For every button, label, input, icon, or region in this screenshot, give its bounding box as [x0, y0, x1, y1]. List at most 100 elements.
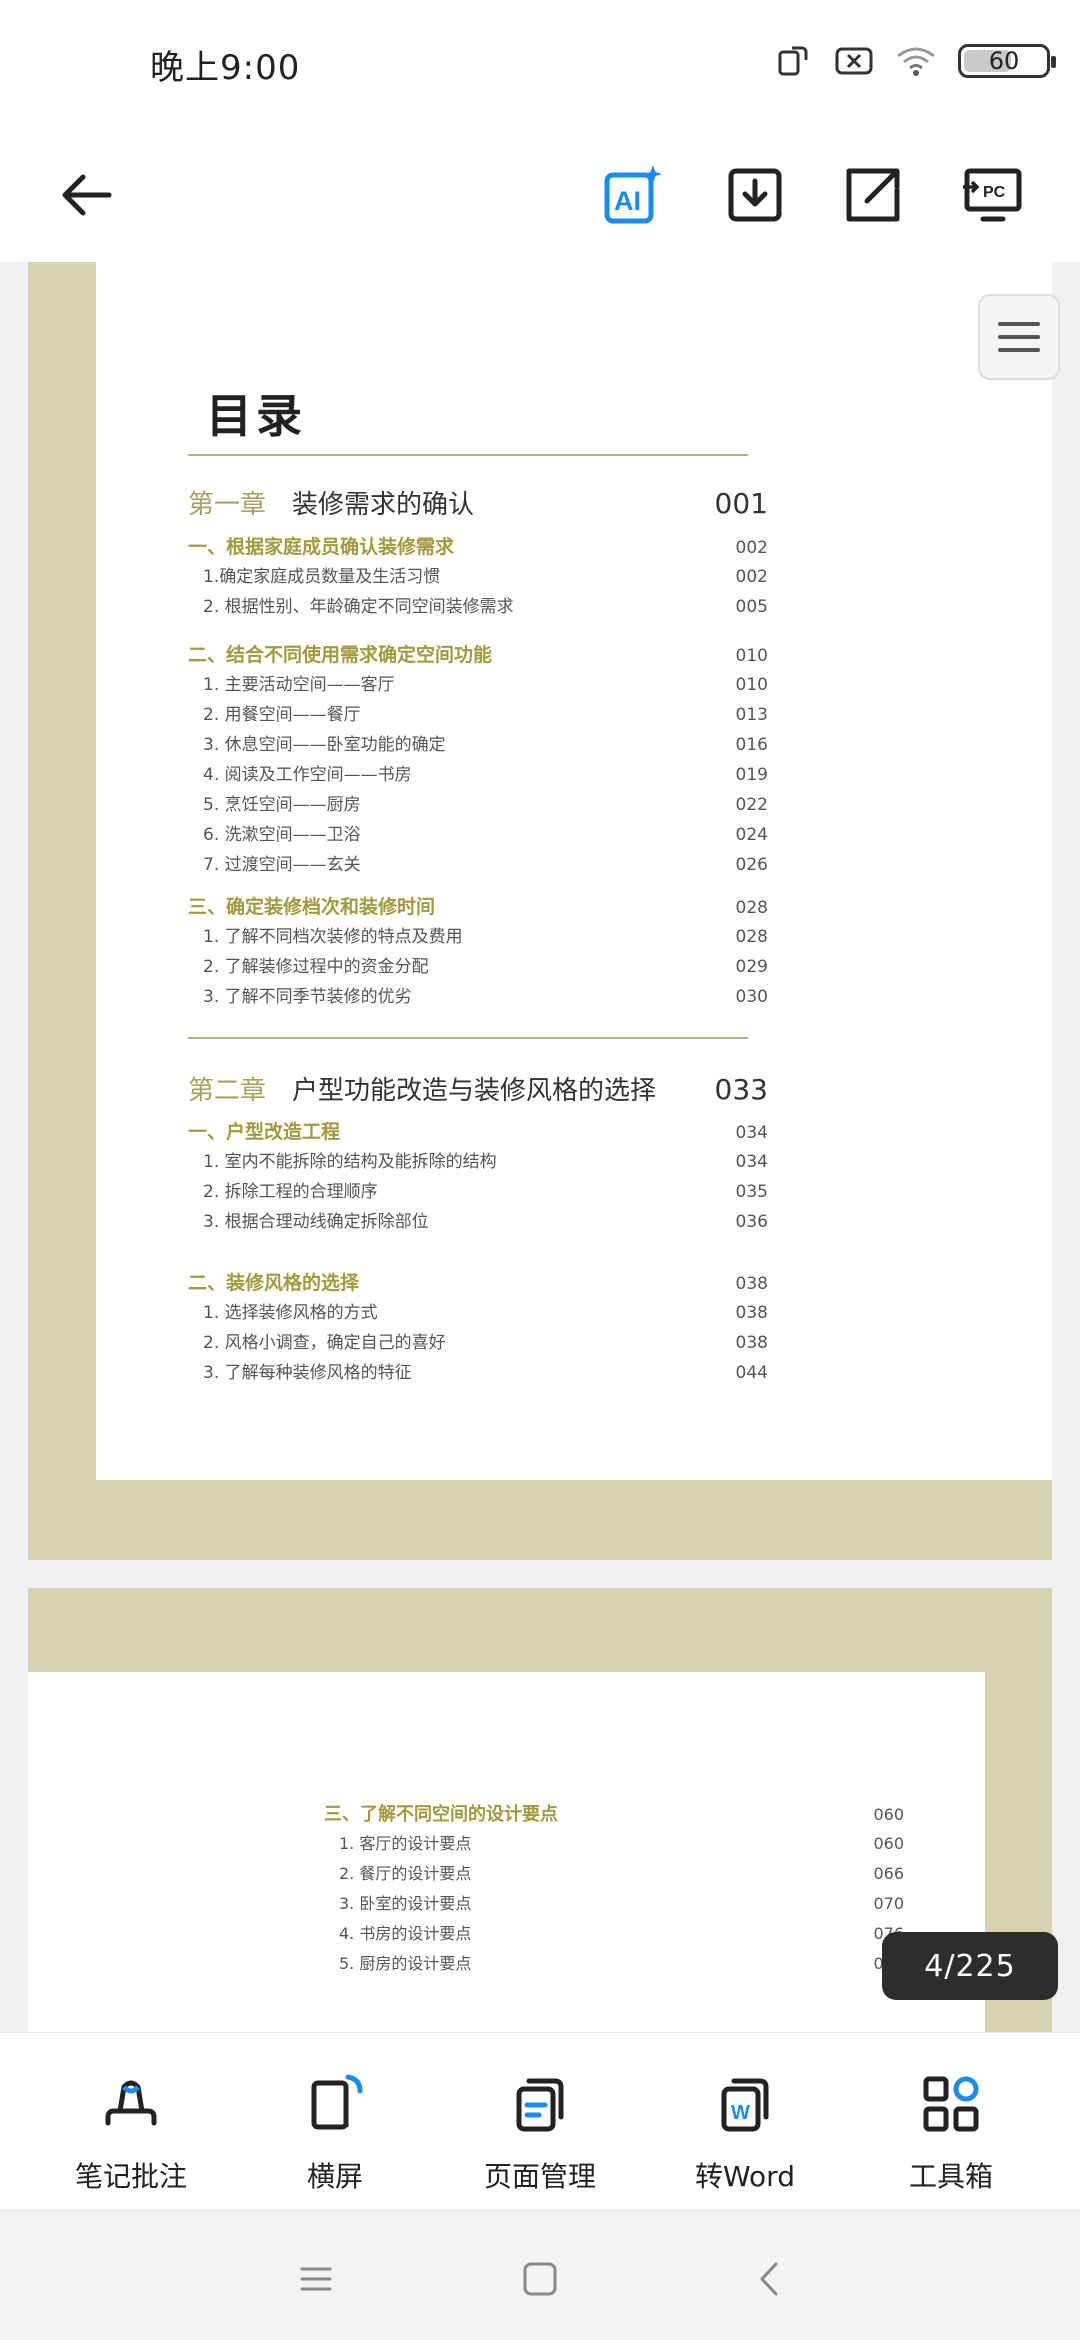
section-page-number: 028	[735, 898, 768, 918]
convert-word-button[interactable]: W 转Word	[660, 2073, 830, 2195]
toc-row[interactable]: 2. 根据性别、年龄确定不同空间装修需求 005	[188, 592, 768, 617]
chapter-page-number: 001	[714, 487, 768, 520]
chapter-title: 第一章 装修需求的确认	[188, 484, 474, 521]
page-counter: 4/225	[882, 1932, 1058, 2000]
menu-lines-icon	[300, 2267, 332, 2291]
page-manage-button[interactable]: 页面管理	[455, 2073, 625, 2195]
section-page-number: 038	[735, 1274, 768, 1294]
toc-row[interactable]: 一、户型改造工程 034	[188, 1117, 768, 1144]
download-icon	[728, 168, 782, 222]
toc-chapter-row[interactable]: 第二章 户型功能改造与装修风格的选择 033	[188, 1070, 768, 1107]
toc-row[interactable]: 6. 洗漱空间——卫浴 024	[188, 820, 768, 845]
toc-row[interactable]: 5. 厨房的设计要点080	[324, 1950, 904, 1974]
toc-row[interactable]: 二、装修风格的选择 038	[188, 1268, 768, 1295]
toc-item-title: 1. 了解不同档次装修的特点及费用	[203, 927, 463, 947]
status-icons: 60	[772, 44, 1056, 78]
home-button[interactable]	[510, 2249, 570, 2309]
section-title: 一、户型改造工程	[188, 1121, 341, 1143]
toc-item-title: 3. 了解不同季节装修的优劣	[203, 987, 412, 1007]
toc-item-page-number: 038	[735, 1303, 768, 1323]
notes-annotate-button[interactable]: 笔记批注	[46, 2073, 216, 2195]
toc-row[interactable]: 2. 用餐空间——餐厅 013	[188, 700, 768, 725]
toc-row[interactable]: 2. 风格小调查，确定自己的喜好 038	[188, 1328, 768, 1353]
toc-row[interactable]: 1. 了解不同档次装修的特点及费用 028	[188, 922, 768, 947]
landscape-button[interactable]: 横屏	[250, 2073, 420, 2195]
toc-item-page-number: 070	[873, 1894, 904, 1913]
menu-line	[998, 335, 1040, 339]
toc-heading: 目录	[206, 389, 306, 443]
system-back-button[interactable]	[740, 2249, 800, 2309]
toc-item-page-number: 028	[735, 927, 768, 947]
document-viewer[interactable]: 目录 第一章 装修需求的确认 001 一、根据家庭成员确认装修需求 002 1.确定家庭成…	[0, 262, 1080, 2032]
pen-note-icon	[105, 2080, 157, 2126]
chapter-name: 装修需求的确认	[292, 490, 475, 520]
page-paper: 目录 第一章 装修需求的确认 001 一、根据家庭成员确认装修需求 002 1.确定家庭成…	[96, 262, 1052, 1480]
toc-item-title: 1.确定家庭成员数量及生活习惯	[203, 567, 441, 587]
outline-menu-button[interactable]	[978, 294, 1060, 380]
section-page-number: 034	[735, 1123, 768, 1143]
toc-row[interactable]: 三、了解不同空间的设计要点 060	[324, 1800, 904, 1826]
chevron-left-icon	[760, 2262, 778, 2296]
toc-row[interactable]: 三、确定装修档次和装修时间 028	[188, 892, 768, 919]
share-button[interactable]	[828, 150, 918, 240]
svg-text:PC: PC	[983, 184, 1006, 201]
toc-row[interactable]: 3. 卧室的设计要点 070	[324, 1890, 904, 1914]
share-export-icon	[846, 168, 900, 222]
toc-item-page-number: 038	[735, 1333, 768, 1353]
toc-row[interactable]: 7. 过渡空间——玄关 026	[188, 850, 768, 875]
section-page-number: 060	[873, 1805, 904, 1824]
section-page-number: 002	[735, 538, 768, 558]
send-to-pc-button[interactable]: PC	[948, 150, 1038, 240]
toc-row[interactable]: 2. 拆除工程的合理顺序 035	[188, 1177, 768, 1202]
recent-apps-button[interactable]	[286, 2249, 346, 2309]
toc-row[interactable]: 3. 了解不同季节装修的优劣 030	[188, 982, 768, 1007]
toc-row[interactable]: 一、根据家庭成员确认装修需求 002	[188, 532, 768, 559]
chapter-title: 第二章 户型功能改造与装修风格的选择	[188, 1070, 656, 1107]
toc-item-page-number: 030	[735, 987, 768, 1007]
toc-item-page-number: 010	[735, 675, 768, 695]
toc-row[interactable]: 4. 书房的设计要点076	[324, 1920, 904, 1944]
toc-item-page-number: 034	[735, 1152, 768, 1172]
section-title: 三、确定装修档次和装修时间	[188, 896, 436, 918]
back-button[interactable]	[42, 150, 132, 240]
toc-item-title: 3. 卧室的设计要点	[339, 1894, 472, 1913]
toc-row[interactable]: 二、结合不同使用需求确定空间功能 010	[188, 640, 768, 667]
divider	[188, 454, 748, 456]
toc-item-page-number: 013	[735, 705, 768, 725]
toolbox-label: 工具箱	[908, 2160, 993, 2193]
toc-item-title: 5. 烹饪空间——厨房	[203, 795, 361, 815]
toc-row[interactable]: 3. 了解每种装修风格的特征 044	[188, 1358, 768, 1383]
toc-row[interactable]: 2. 了解装修过程中的资金分配 029	[188, 952, 768, 977]
svg-text:AI: AI	[614, 186, 641, 216]
toc-row[interactable]: 3. 根据合理动线确定拆除部位 036	[188, 1207, 768, 1232]
sim-off-icon	[835, 47, 873, 75]
toc-row[interactable]: 3. 休息空间——卧室功能的确定 016	[188, 730, 768, 755]
pc-transfer-icon: PC	[963, 168, 1022, 222]
toc-chapter-row[interactable]: 第一章 装修需求的确认 001	[188, 484, 768, 521]
toc-row[interactable]: 5. 烹饪空间——厨房 022	[188, 790, 768, 815]
ai-assistant-button[interactable]: AI	[588, 150, 678, 240]
toc-row[interactable]: 1. 选择装修风格的方式 038	[188, 1298, 768, 1323]
toc-row[interactable]: 4. 阅读及工作空间——书房 019	[188, 760, 768, 785]
page-manage-label: 页面管理	[483, 2160, 596, 2193]
toc-item-page-number: 060	[873, 1834, 904, 1853]
toc-item-title: 1. 选择装修风格的方式	[203, 1303, 378, 1323]
toc-row[interactable]: 1. 室内不能拆除的结构及能拆除的结构 034	[188, 1147, 768, 1172]
toc-row[interactable]: 2. 餐厅的设计要点 066	[324, 1860, 904, 1884]
svg-text:W: W	[731, 2102, 750, 2124]
toolbox-button[interactable]: 工具箱	[866, 2073, 1036, 2195]
toc-item-page-number: 019	[735, 765, 768, 785]
battery-level: 60	[988, 47, 1020, 75]
toc-item-page-number: 044	[735, 1363, 768, 1383]
toc-item-title: 2. 风格小调查，确定自己的喜好	[203, 1333, 446, 1353]
toc-item-page-number: 022	[735, 795, 768, 815]
download-button[interactable]	[710, 150, 800, 240]
toc-row[interactable]: 1. 主要活动空间——客厅 010	[188, 670, 768, 695]
toc-item-title: 3. 休息空间——卧室功能的确定	[203, 735, 446, 755]
arrow-left-icon	[62, 174, 112, 216]
section-title: 三、了解不同空间的设计要点	[324, 1804, 558, 1825]
toc-item-page-number: 036	[735, 1212, 768, 1232]
toc-row[interactable]: 1. 客厅的设计要点 060	[324, 1830, 904, 1854]
wifi-icon	[897, 47, 935, 76]
toc-row[interactable]: 1.确定家庭成员数量及生活习惯 002	[188, 562, 768, 587]
